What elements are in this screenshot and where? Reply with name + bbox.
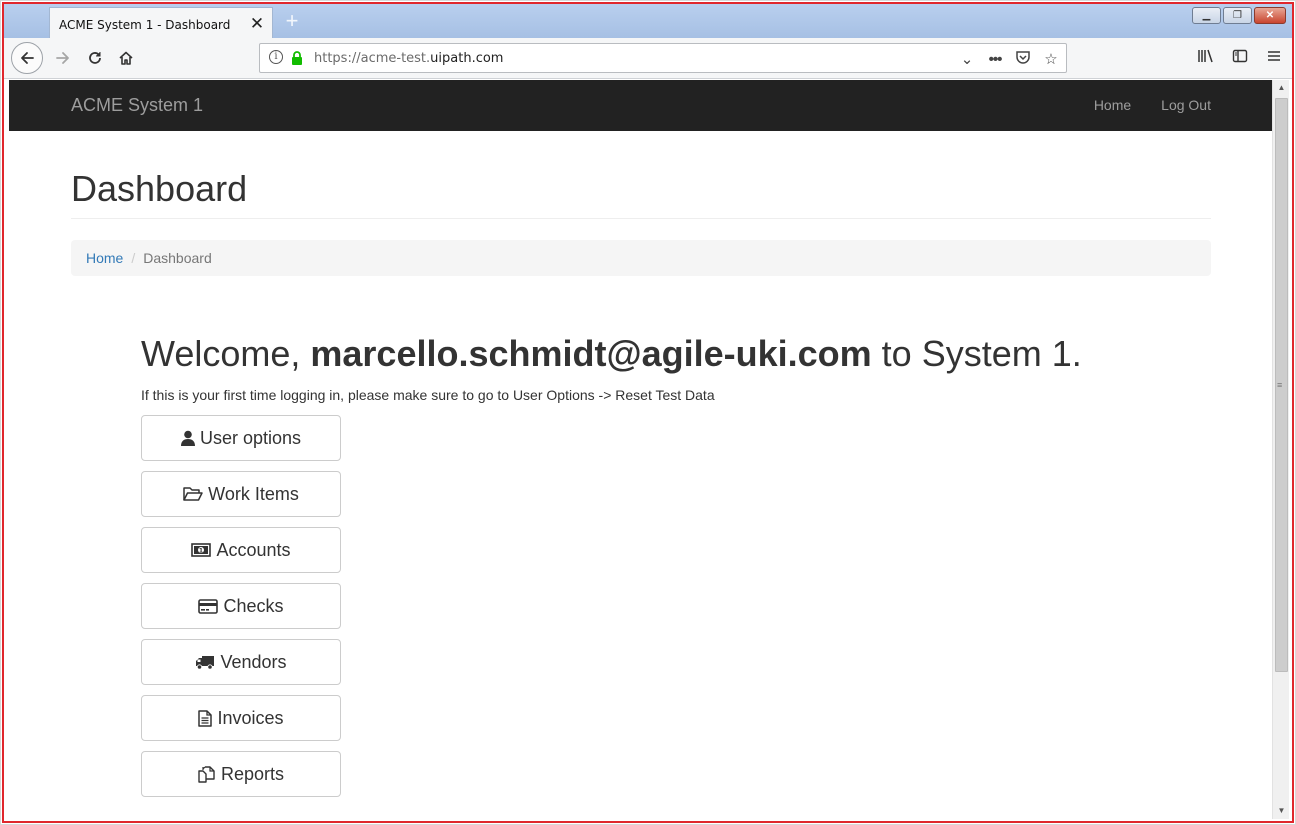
more-actions-icon[interactable]: ••• [986, 51, 1004, 69]
invoices-label: Invoices [217, 707, 284, 728]
work-items-label: Work Items [208, 483, 299, 504]
back-arrow-icon [21, 52, 34, 64]
bookmark-star-icon[interactable]: ☆ [1042, 51, 1060, 69]
scroll-down-arrow-icon[interactable]: ▼ [1273, 803, 1290, 819]
navigation-toolbar: i https://acme-test.uipath.com ⌄ ••• ☆ [4, 38, 1292, 79]
site-info-icon[interactable]: i [269, 50, 283, 64]
address-bar[interactable]: i https://acme-test.uipath.com ⌄ ••• ☆ [259, 43, 1067, 73]
accounts-button[interactable]: 1 Accounts [141, 527, 341, 573]
tab-close-icon[interactable]: ✕ [248, 15, 266, 33]
address-bar-actions: ⌄ ••• ☆ [958, 49, 1060, 70]
breadcrumb: Home / Dashboard [71, 240, 1211, 276]
hamburger-menu-icon[interactable] [1264, 48, 1284, 68]
user-icon [180, 430, 195, 446]
first-login-note: If this is your first time logging in, p… [141, 387, 715, 403]
file-text-icon [198, 709, 213, 727]
restore-button[interactable]: ❐ [1223, 7, 1252, 24]
top-navbar: ACME System 1 Home Log Out [9, 80, 1272, 131]
tab-strip: ACME System 1 - Dashboard ✕ + ▁ ❐ ✕ [4, 4, 1292, 42]
svg-text:1: 1 [199, 548, 203, 555]
toolbar-actions [1196, 48, 1284, 68]
welcome-heading: Welcome, marcello.schmidt@agile-uki.com … [141, 333, 1082, 374]
browser-tab[interactable]: ACME System 1 - Dashboard ✕ [49, 7, 273, 42]
vendors-button[interactable]: Vendors [141, 639, 341, 685]
vendors-label: Vendors [220, 651, 287, 672]
reports-button[interactable]: Reports [141, 751, 341, 797]
money-icon: 1 [191, 543, 212, 557]
work-items-button[interactable]: Work Items [141, 471, 341, 517]
new-tab-icon[interactable]: + [281, 10, 303, 32]
user-options-label: User options [199, 427, 302, 448]
chevron-down-icon[interactable]: ⌄ [958, 51, 976, 69]
forward-button[interactable] [48, 43, 78, 73]
tab-title: ACME System 1 - Dashboard [59, 18, 231, 32]
sidebar-icon[interactable] [1230, 48, 1250, 68]
reload-icon [89, 52, 101, 64]
invoices-button[interactable]: Invoices [141, 695, 341, 741]
navbar-links: Home Log Out [1094, 97, 1211, 113]
page-viewport: ACME System 1 Home Log Out Dashboard Hom… [9, 80, 1272, 819]
user-options-button[interactable]: User options [141, 415, 341, 461]
breadcrumb-current: Dashboard [143, 250, 212, 266]
breadcrumb-separator: / [131, 250, 136, 266]
scroll-up-arrow-icon[interactable]: ▲ [1273, 80, 1290, 96]
truck-icon [196, 655, 215, 670]
credit-card-icon [198, 598, 219, 614]
url-text[interactable]: https://acme-test.uipath.com [314, 51, 503, 66]
vertical-scrollbar[interactable]: ▲ ≡ ▼ [1272, 80, 1289, 819]
home-icon [119, 51, 133, 65]
page-header: Dashboard [71, 169, 1211, 219]
welcome-username: marcello.schmidt@agile-uki.com [310, 333, 872, 374]
nav-logout-link[interactable]: Log Out [1161, 97, 1211, 113]
browser-window: ACME System 1 - Dashboard ✕ + ▁ ❐ ✕ i ht… [0, 0, 1296, 825]
folder-open-icon [183, 487, 203, 501]
back-button[interactable] [11, 42, 43, 74]
reload-button[interactable] [80, 43, 110, 73]
nav-home-link[interactable]: Home [1094, 97, 1131, 113]
scrollbar-grip-icon: ≡ [1277, 380, 1283, 390]
close-window-button[interactable]: ✕ [1254, 7, 1286, 24]
home-button[interactable] [111, 43, 141, 73]
pocket-icon[interactable] [1014, 49, 1032, 70]
dashboard-menu: User options Work Items 1 Accounts Check… [141, 415, 341, 807]
checks-label: Checks [223, 595, 284, 616]
minimize-button[interactable]: ▁ [1192, 7, 1221, 24]
brand-link[interactable]: ACME System 1 [71, 95, 203, 116]
breadcrumb-home-link[interactable]: Home [86, 250, 123, 266]
window-controls: ▁ ❐ ✕ [1192, 7, 1286, 25]
library-icon[interactable] [1196, 48, 1216, 68]
copy-icon [198, 765, 215, 783]
forward-arrow-icon [56, 52, 69, 64]
lock-icon[interactable] [291, 51, 303, 65]
checks-button[interactable]: Checks [141, 583, 341, 629]
reports-label: Reports [220, 763, 285, 784]
page-title: Dashboard [71, 168, 248, 209]
accounts-label: Accounts [216, 539, 291, 560]
